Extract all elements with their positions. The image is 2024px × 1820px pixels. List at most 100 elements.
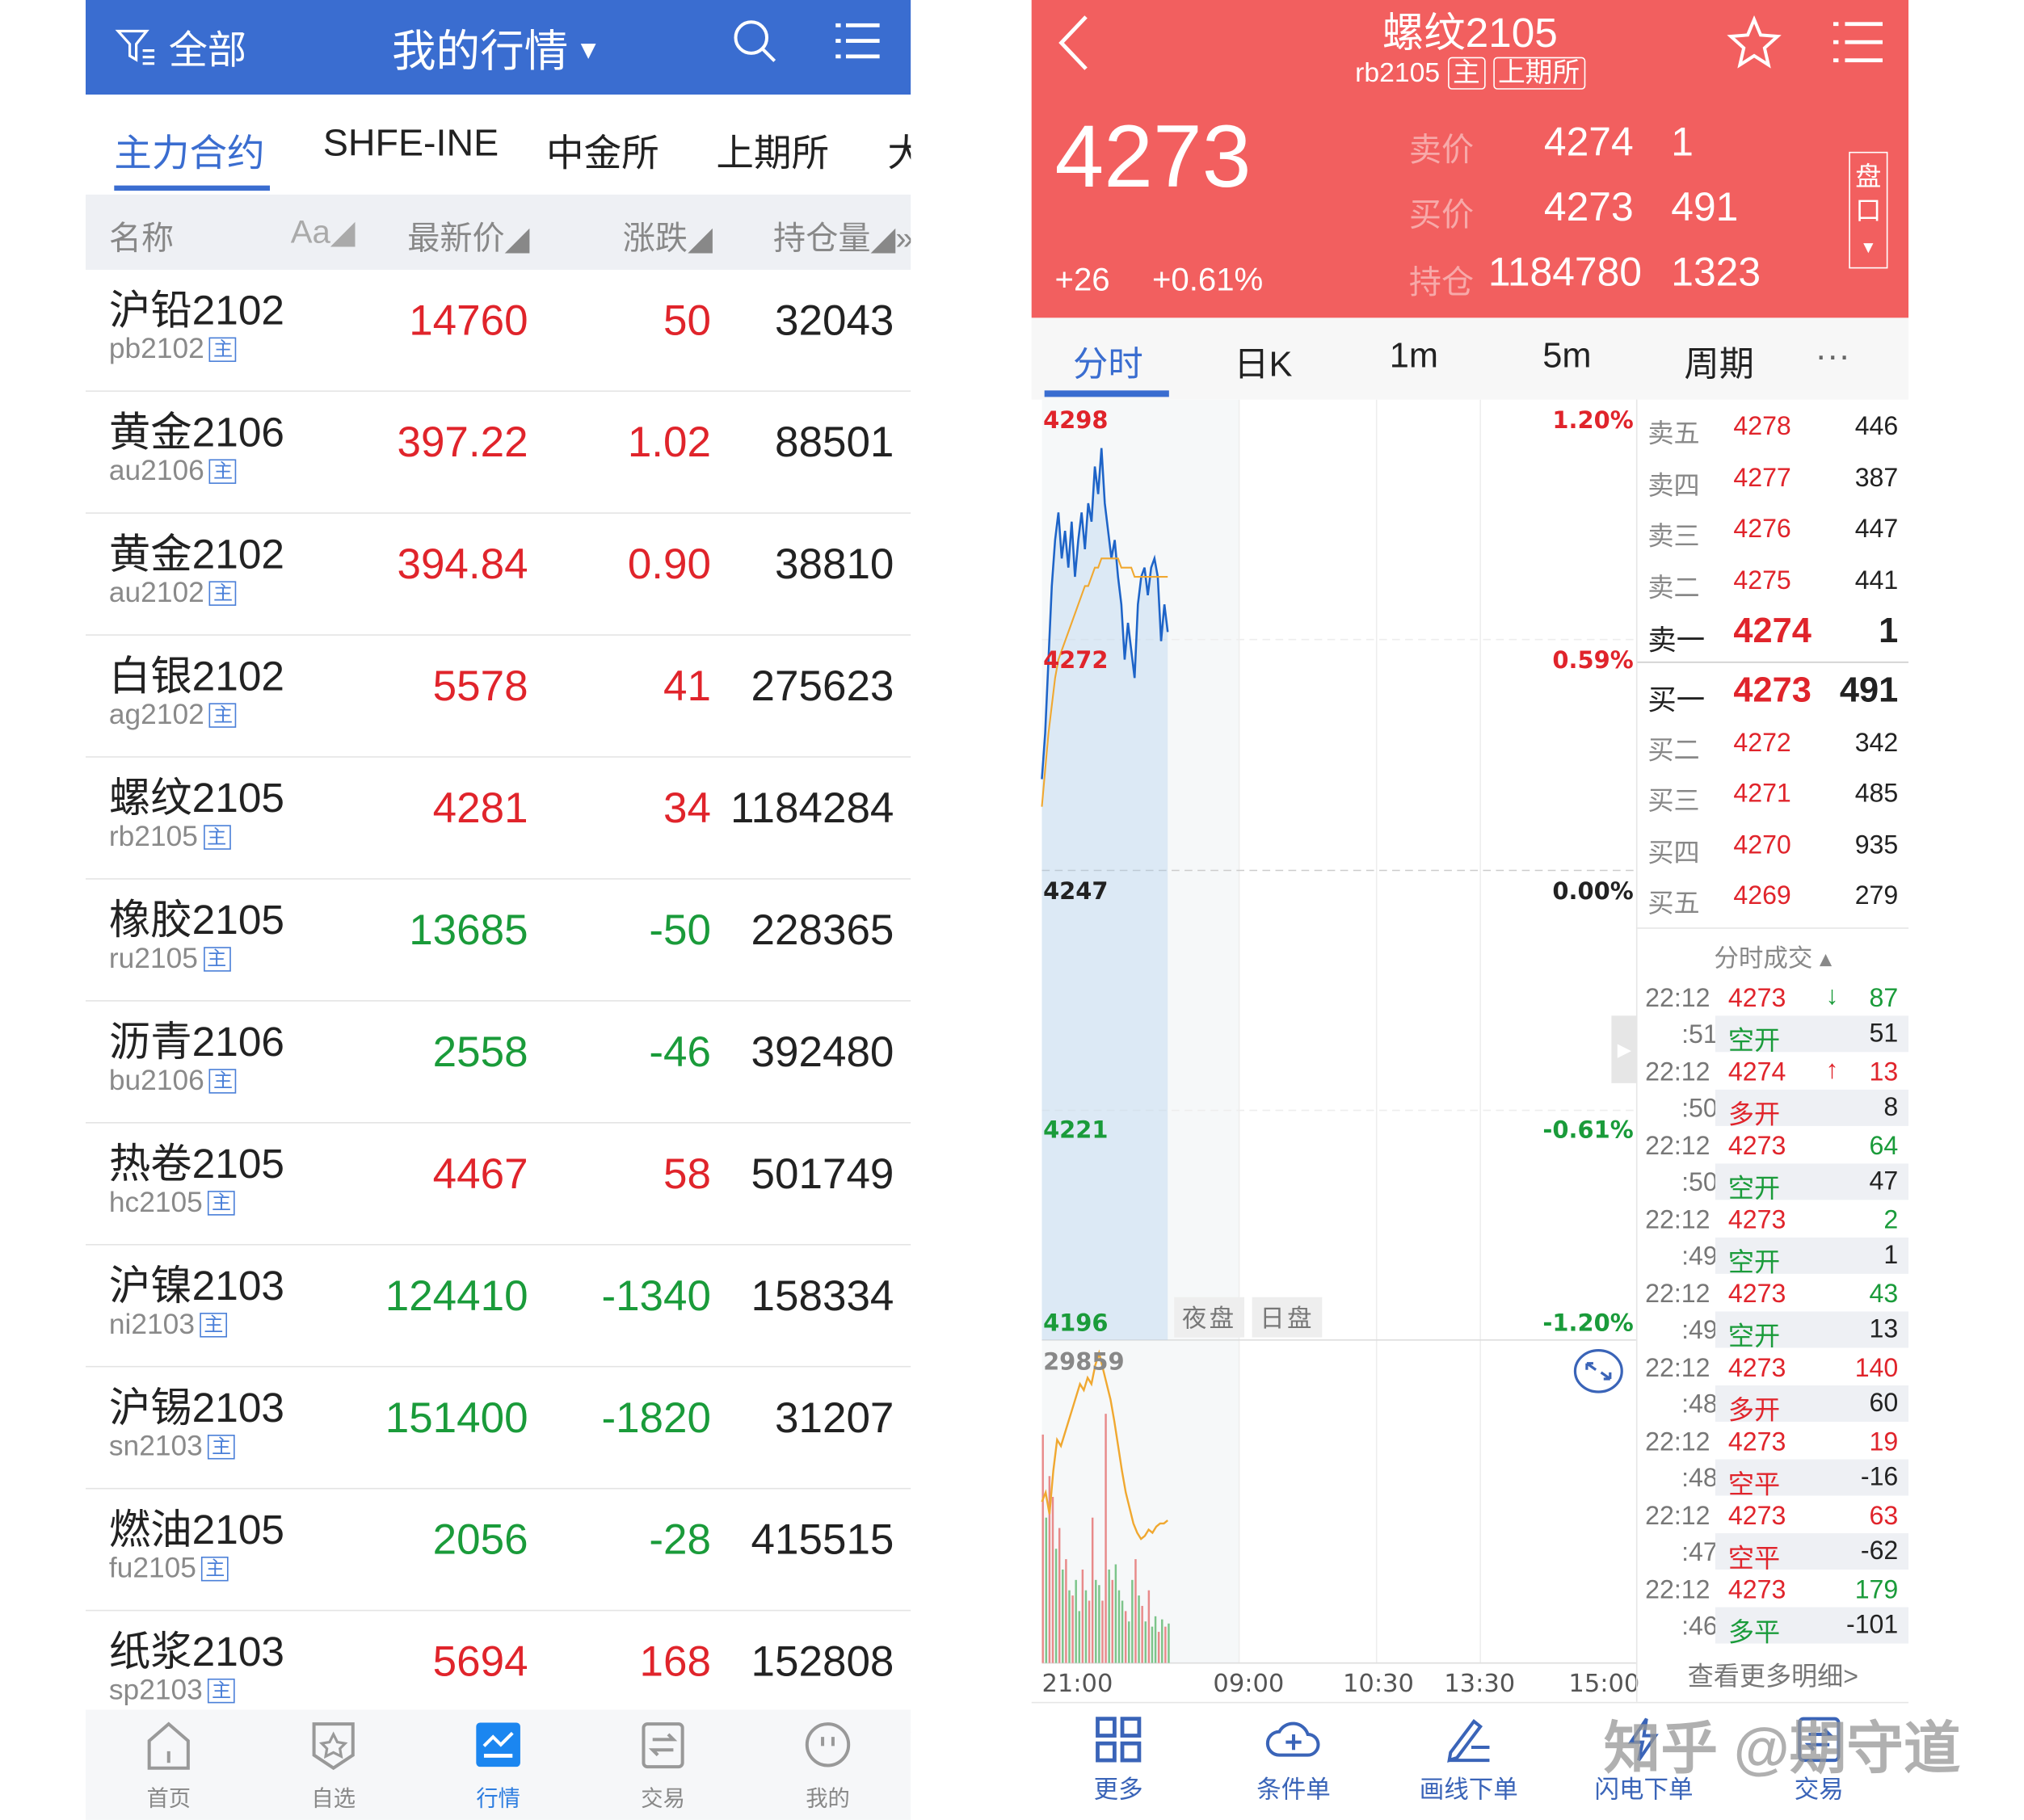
more-tabs-icon[interactable]: ··· [1816, 336, 1850, 376]
last-price: 14760 [409, 296, 528, 344]
orderbook-toggle[interactable]: 盘口 ▼ [1849, 151, 1888, 269]
tab-dce[interactable]: 大 [887, 124, 911, 178]
tab-main-contracts[interactable]: 主力合约 [114, 124, 264, 178]
price-change: -1820 [601, 1393, 711, 1442]
quote-row[interactable]: 沪锡2103 sn2103 主 151400 -1820 31207 [85, 1368, 911, 1490]
tick-seconds: :47 [1681, 1538, 1718, 1567]
col-open-interest[interactable]: 持仓量◢» [773, 212, 911, 259]
tick-volume: 43 [1869, 1280, 1899, 1309]
tick-type: 多平 [1727, 1619, 1781, 1648]
volume-bar [1157, 1632, 1160, 1663]
tick-type: 空平 [1727, 1545, 1781, 1574]
quote-row[interactable]: 螺纹2105 rb2105 主 4281 34 1184284 [85, 758, 911, 880]
orderbook-level[interactable]: 买二 4272 342 [1638, 718, 1909, 769]
nav-market[interactable]: 行情 [446, 1720, 549, 1812]
period-tabs: 分时 日K 1m 5m 周期 ··· [1031, 317, 1909, 400]
exchange-badge: 上期所 [1492, 57, 1585, 90]
arrow-up-icon: ↑ [1825, 1056, 1839, 1085]
arrow-down-icon: ↓ [1825, 981, 1839, 1011]
tick-line-1: 22:12 4273 63 [1638, 1497, 1909, 1533]
tick-line-2: 空平 -16 [1715, 1459, 1909, 1499]
watchlist-dropdown[interactable]: 我的行情 ▼ [392, 15, 601, 79]
collapse-side-panel-button[interactable]: ▶ [1611, 1015, 1638, 1083]
orderbook-level[interactable]: 买四 4270 935 [1638, 821, 1909, 872]
tab-cffex[interactable]: 中金所 [546, 124, 659, 178]
quote-row[interactable]: 沪铅2102 pb2102 主 14760 50 32043 [85, 270, 911, 392]
last-price: 4467 [432, 1149, 528, 1198]
tick-seconds: :49 [1681, 1316, 1718, 1346]
active-tab-indicator [114, 185, 271, 191]
orderbook-level[interactable]: 卖四 4277 387 [1638, 453, 1909, 504]
col-price[interactable]: 最新价◢ [407, 212, 529, 259]
level-label: 卖三 [1647, 523, 1700, 552]
orderbook-level[interactable]: 买三 4271 485 [1638, 769, 1909, 820]
night-session-label: 夜盘 [1174, 1297, 1244, 1338]
font-toggle[interactable]: Aa◢ [291, 212, 356, 251]
tab-period[interactable]: 周期 [1684, 336, 1754, 387]
quote-row[interactable]: 黄金2102 au2102 主 394.84 0.90 38810 [85, 514, 911, 636]
y-price-label: 4272 [1043, 647, 1109, 675]
orderbook-level[interactable]: 买五 4269 279 [1638, 872, 1909, 923]
tab-intraday[interactable]: 分时 [1073, 336, 1143, 387]
tab-shfe-ine[interactable]: SHFE-INE [323, 124, 499, 166]
quote-row[interactable]: 白银2102 ag2102 主 5578 41 275623 [85, 636, 911, 758]
price-change: 1.02 [627, 418, 711, 466]
contract-detail-screen: 螺纹2105 rb2105 主 上期所 4273 +26 +0.61% 卖价 4… [1031, 0, 1909, 1820]
contract-code: au2102 主 [109, 576, 237, 610]
tab-1m[interactable]: 1m [1390, 336, 1438, 376]
orderbook-level[interactable]: 卖三 4276 447 [1638, 505, 1909, 556]
tab-shfe[interactable]: 上期所 [716, 124, 829, 178]
draw-line-order-button[interactable]: 画线下单 [1397, 1716, 1540, 1805]
tick-oi-change: 60 [1869, 1389, 1899, 1419]
quote-row[interactable]: 橡胶2105 ru2105 主 13685 -50 228365 [85, 880, 911, 1002]
main-contract-badge: 主 [201, 1556, 229, 1582]
quote-row[interactable]: 黄金2106 au2106 主 397.22 1.02 88501 [85, 392, 911, 514]
tab-daily-k[interactable]: 日K [1234, 336, 1292, 387]
quote-row[interactable]: 沪镍2103 ni2103 主 124410 -1340 158334 [85, 1246, 911, 1368]
menu-icon[interactable] [835, 21, 880, 62]
exchange-tabs: 主力合约 SHFE-INE 中金所 上期所 大 [85, 95, 911, 195]
ask-price: 4274 [1543, 119, 1634, 165]
more-button[interactable]: 更多 [1047, 1716, 1190, 1805]
tick-oi-change: 1 [1883, 1241, 1899, 1271]
col-change[interactable]: 涨跌◢ [623, 212, 713, 259]
expand-icon[interactable] [1572, 1347, 1624, 1396]
trades-header[interactable]: 分时成交 ▴ [1638, 939, 1909, 974]
price-change: -1340 [601, 1271, 711, 1320]
conditional-order-button[interactable]: 条件单 [1222, 1716, 1365, 1805]
orderbook-level[interactable]: 买一 4273 491 [1638, 666, 1909, 717]
x-label: 13:30 [1444, 1669, 1516, 1698]
quote-row[interactable]: 燃油2105 fu2105 主 2056 -28 415515 [85, 1489, 911, 1612]
nav-favorites[interactable]: 自选 [281, 1720, 385, 1812]
tick-volume: 140 [1854, 1354, 1899, 1383]
more-details-link[interactable]: 查看更多明细> [1638, 1655, 1909, 1693]
intraday-chart[interactable] [1032, 399, 1638, 1702]
orderbook-level[interactable]: 卖二 4275 441 [1638, 556, 1909, 607]
level-volume: 387 [1854, 464, 1899, 493]
col-name[interactable]: 名称 [109, 212, 174, 259]
nav-home[interactable]: 首页 [117, 1720, 221, 1812]
menu-icon[interactable] [1833, 21, 1883, 65]
main-contract-badge: 主 [209, 459, 237, 484]
quote-row[interactable]: 沥青2106 bu2106 主 2558 -46 392480 [85, 1002, 911, 1124]
trade-tick: 22:12 4273 ↓ 87:51 空开 51 [1638, 979, 1909, 1056]
search-icon[interactable] [732, 18, 779, 65]
quote-row[interactable]: 热卷2105 hc2105 主 4467 58 501749 [85, 1124, 911, 1246]
tab-5m[interactable]: 5m [1542, 336, 1591, 376]
star-icon[interactable] [1727, 15, 1782, 69]
tick-line-2: 空平 -62 [1715, 1533, 1909, 1574]
open-interest: 1184284 [730, 783, 894, 832]
filter-button[interactable]: 全部 [114, 18, 246, 75]
orderbook-level[interactable]: 卖五 4278 446 [1638, 402, 1909, 453]
main-contract-badge: 主 [209, 1069, 237, 1094]
nav-trade[interactable]: 交易 [611, 1720, 714, 1812]
nav-profile[interactable]: 我的 [776, 1720, 879, 1812]
volume-bar [1078, 1611, 1081, 1663]
volume-bar [1098, 1585, 1100, 1663]
level-volume: 485 [1854, 780, 1899, 809]
last-price: 4281 [432, 783, 528, 832]
volume-bar [1058, 1528, 1061, 1663]
orderbook-level[interactable]: 卖一 4274 1 [1638, 607, 1909, 658]
x-label: 15:00 [1568, 1669, 1640, 1698]
tick-price: 4273 [1727, 1427, 1786, 1457]
